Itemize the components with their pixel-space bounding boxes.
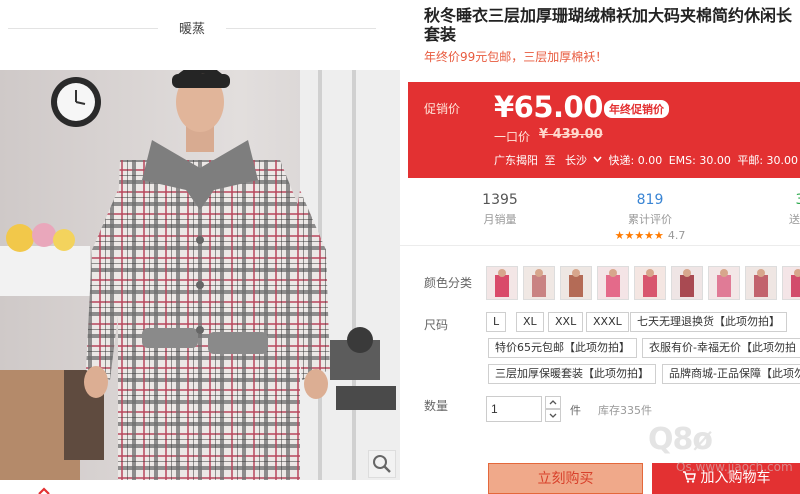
quantity-increase[interactable] [545,396,561,409]
color-swatch[interactable] [782,266,800,300]
product-main-image[interactable] [0,70,400,480]
ems-fee: EMS: 30.00 [668,154,731,167]
third-stat-value: 3 [795,192,800,208]
product-title-line2: 套装 [424,25,457,44]
swatch-thumbnail [783,267,800,299]
product-gallery: 暖蒸 [0,0,400,494]
swatch-thumbnail [524,267,554,299]
thumbnail-scroll-up[interactable] [36,482,52,494]
divider [8,28,158,29]
mail-fee: 平邮: 30.00 [737,154,799,167]
quantity-unit: 件 [570,404,581,417]
ship-destination: 长沙 [565,154,587,167]
product-title: 秋冬睡衣三层加厚珊瑚绒棉袄加大码夹棉简约休闲长 套装 [424,6,800,44]
model-photo [0,70,400,480]
qty-down-icon [549,413,557,418]
quantity-input[interactable] [486,396,542,422]
stock-count: 库存335件 [598,404,652,417]
size-option-xxl[interactable]: XXL [548,312,584,332]
color-swatch[interactable] [597,266,629,300]
color-swatch[interactable] [671,266,703,300]
sales-stats: 1395 月销量 819 累计评价 ★★★★★4.7 3 送天 [400,184,800,246]
color-swatch[interactable] [560,266,592,300]
swatch-thumbnail [561,267,591,299]
swatch-thumbnail [709,267,739,299]
cart-icon [682,471,696,483]
monthly-sales-label: 月销量 [483,213,517,226]
zoom-button[interactable] [368,450,396,478]
product-title-line1: 秋冬睡衣三层加厚珊瑚绒棉袄加大码夹棉简约休闲长 [424,6,793,25]
color-swatch[interactable] [708,266,740,300]
reviews-label: 累计评价 [628,213,672,226]
reviews-stat[interactable]: 819 累计评价 ★★★★★ 4.7 [590,192,710,242]
third-stat: 3 送天 [740,192,800,227]
add-to-cart-button[interactable]: 加入购物车 [652,463,800,494]
service-option[interactable]: 三层加厚保暖套装【此项勿拍】 [488,364,656,384]
rating-stars: ★★★★★ [614,229,664,242]
color-swatch[interactable] [634,266,666,300]
color-swatch[interactable] [745,266,777,300]
quantity-label: 数量 [424,399,449,413]
service-option[interactable]: 品牌商城-正品保障【此项勿 [662,364,800,384]
up-arrow-icon [38,487,50,494]
promo-price-label: 促销价 [424,102,461,116]
size-option-l[interactable]: L [486,312,507,332]
promo-price: ¥65.00 [494,90,603,124]
promo-badge: 年终促销价 [604,100,669,118]
color-swatch[interactable] [486,266,518,300]
buy-now-button[interactable]: 立刻购买 [488,463,643,494]
shop-name[interactable]: 暖蒸 [168,18,216,37]
chevron-down-icon [593,156,602,163]
size-option-xl[interactable]: XL [516,312,544,332]
product-detail-panel: 秋冬睡衣三层加厚珊瑚绒棉袄加大码夹棉简约休闲长 套装 年终价99元包邮，三层加厚… [400,0,800,494]
color-label: 颜色分类 [424,276,473,290]
product-subtitle: 年终价99元包邮，三层加厚棉袄！ [424,50,608,64]
watermark-logo: Q8ø [648,422,713,457]
ship-from: 广东揭阳 [494,154,538,167]
original-price-label: 一口价 [494,130,531,144]
quantity-decrease[interactable] [545,409,561,422]
original-price: ¥ 439.00 [539,127,603,142]
price-panel: 促销价 ¥65.00 年终促销价 一口价 ¥ 439.00 广东揭阳 至 长沙 … [408,82,800,178]
swatch-thumbnail [487,267,517,299]
swatch-thumbnail [635,267,665,299]
reviews-count[interactable]: 819 [590,192,710,208]
zoom-icon [373,455,391,473]
third-stat-label: 送天 [789,213,800,226]
qty-up-icon [549,400,557,405]
rating: ★★★★★ 4.7 [590,229,710,242]
divider [226,28,376,29]
size-option-xxxl[interactable]: XXXL [586,312,629,332]
size-label: 尺码 [424,318,449,332]
monthly-sales-count: 1395 [482,192,518,208]
service-option[interactable]: 特价65元包邮【此项勿拍】 [488,338,637,358]
express-fee: 快递: 0.00 [608,154,663,167]
swatch-thumbnail [672,267,702,299]
color-swatch[interactable] [523,266,555,300]
rating-value: 4.7 [667,229,686,242]
swatch-thumbnail [746,267,776,299]
add-to-cart-label: 加入购物车 [700,470,771,486]
service-option[interactable]: 七天无理退换货【此项勿拍】 [630,312,787,332]
swatch-thumbnail [598,267,628,299]
shop-header: 暖蒸 [0,0,400,60]
shipping-info: 广东揭阳 至 长沙 快递: 0.00 EMS: 30.00 平邮: 30.00 [494,152,800,168]
monthly-sales-stat: 1395 月销量 [440,192,560,227]
ship-to-label: 至 [544,154,556,167]
service-option[interactable]: 衣服有价-幸福无价【此项勿拍 [642,338,800,358]
ship-destination-select[interactable]: 长沙 [565,154,602,167]
